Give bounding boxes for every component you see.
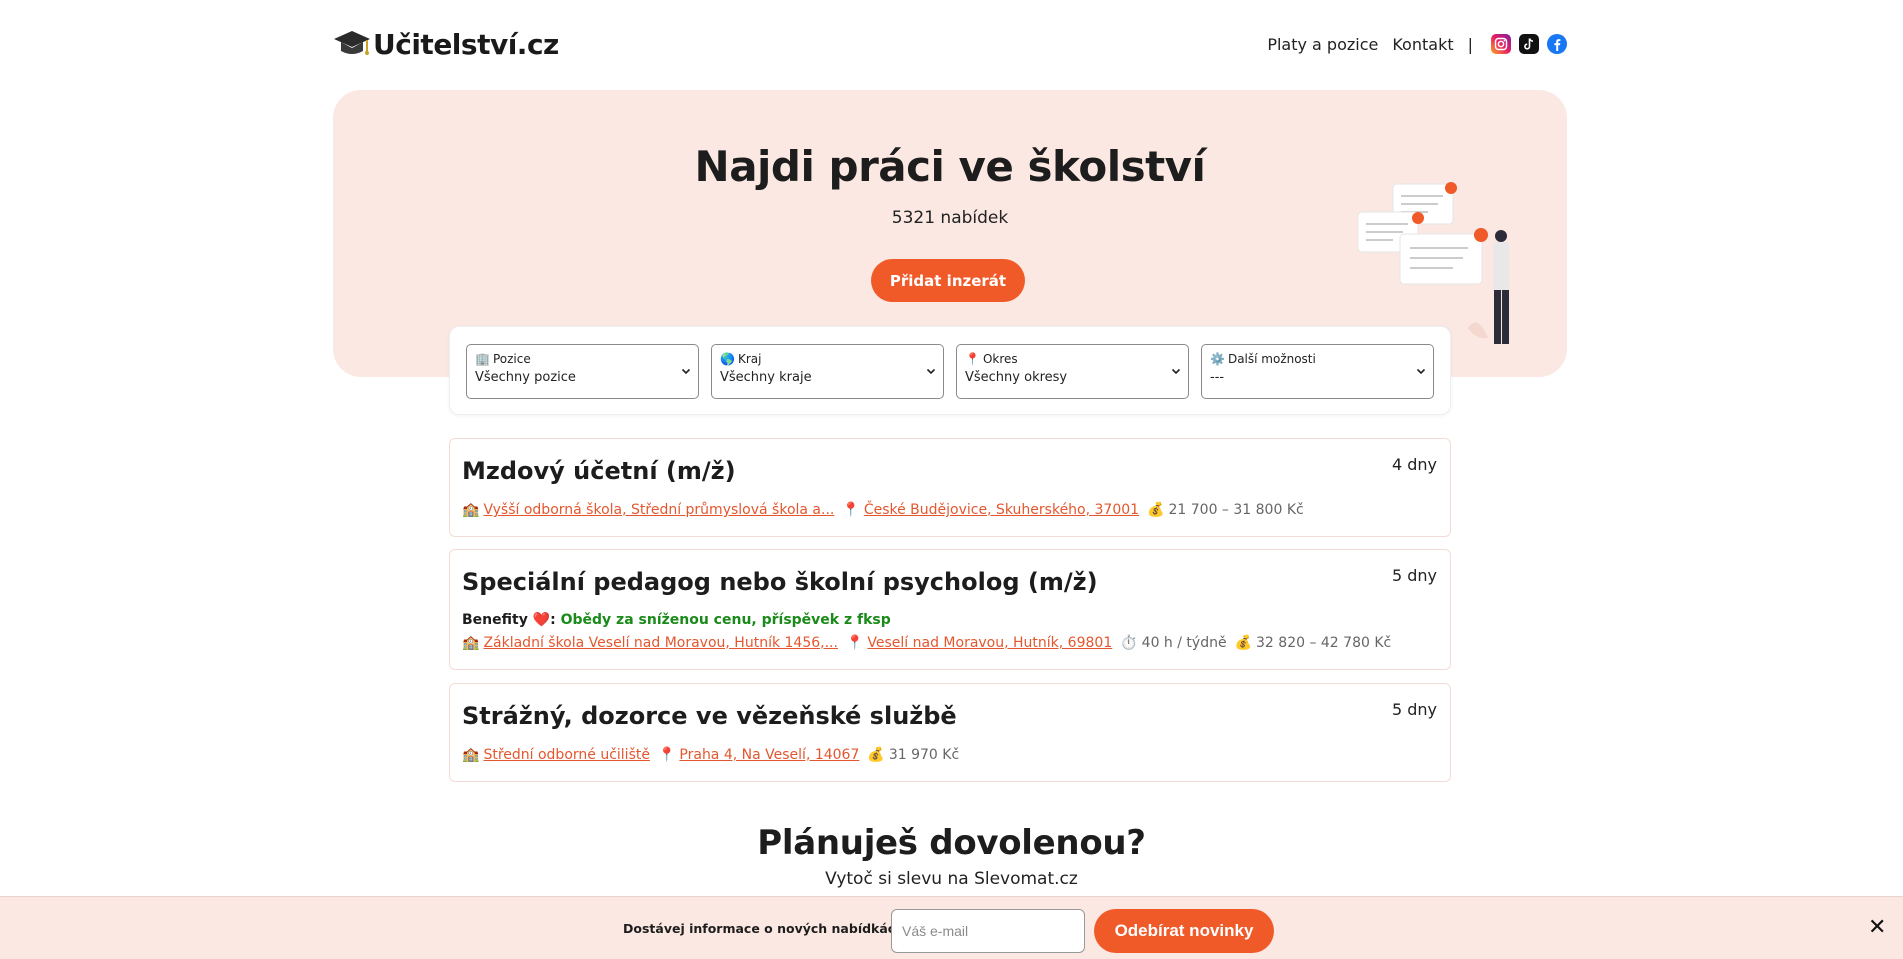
job-card[interactable]: Mzdový účetní (m/ž) 4 dny 🏫 Vyšší odborn… bbox=[449, 438, 1451, 537]
filter-value: --- bbox=[1210, 370, 1225, 385]
promo-subtitle[interactable]: Vytoč si slevu na Slevomat.cz bbox=[0, 869, 1903, 889]
globe-icon: 🌎 bbox=[720, 352, 735, 366]
chevron-down-icon bbox=[681, 368, 691, 375]
filter-value: Všechny pozice bbox=[475, 370, 576, 385]
email-input[interactable] bbox=[891, 909, 1085, 953]
newsletter-bar: Dostávej informace o nových nabídkách pr… bbox=[0, 896, 1903, 959]
chevron-down-icon bbox=[1171, 368, 1181, 375]
job-school-link[interactable]: Vyšší odborná škola, Střední průmyslová … bbox=[483, 502, 834, 518]
chevron-down-icon bbox=[1416, 368, 1426, 375]
job-title[interactable]: Strážný, dozorce ve vězeňské službě bbox=[462, 702, 957, 730]
filter-value: Všechny kraje bbox=[720, 370, 812, 385]
job-meta: 🏫 Vyšší odborná škola, Střední průmyslov… bbox=[462, 502, 1312, 518]
filter-value: Všechny okresy bbox=[965, 370, 1068, 385]
filter-more-options-select[interactable]: ⚙️ Další možnosti --- bbox=[1201, 344, 1434, 399]
instagram-icon[interactable] bbox=[1491, 34, 1511, 54]
filter-label: Pozice bbox=[492, 352, 531, 366]
pin-icon: 📍 bbox=[842, 502, 860, 518]
promo-title: Plánuješ dovolenou? bbox=[757, 823, 1146, 863]
nav-link-contact[interactable]: Kontakt bbox=[1392, 35, 1453, 54]
filter-label: Okres bbox=[982, 352, 1018, 366]
pin-icon: 📍 bbox=[845, 635, 864, 651]
job-age: 4 dny bbox=[1391, 455, 1437, 474]
job-school-link[interactable]: Střední odborné učiliště bbox=[483, 747, 650, 763]
job-location-link[interactable]: Praha 4, Na Veselí, 14067 bbox=[679, 747, 859, 763]
chevron-down-icon bbox=[926, 368, 936, 375]
school-icon: 🏫 bbox=[462, 747, 480, 763]
logo-text: Učitelství.cz bbox=[373, 27, 559, 61]
filter-label: Další možnosti bbox=[1227, 352, 1316, 366]
pin-icon: 📍 bbox=[657, 747, 676, 763]
job-location-link[interactable]: Veselí nad Moravou, Hutník, 69801 bbox=[867, 635, 1112, 651]
job-title[interactable]: Speciální pedagog nebo školní psycholog … bbox=[462, 568, 1098, 596]
job-school-link[interactable]: Základní škola Veselí nad Moravou, Hutní… bbox=[483, 635, 838, 651]
job-title[interactable]: Mzdový účetní (m/ž) bbox=[462, 457, 736, 485]
filter-region-select[interactable]: 🌎 Kraj Všechny kraje bbox=[711, 344, 944, 399]
job-meta: 🏫 Střední odborné učiliště 📍 Praha 4, Na… bbox=[462, 747, 967, 763]
pin-icon: 📍 bbox=[965, 352, 980, 366]
filter-district-select[interactable]: 📍 Okres Všechny okresy bbox=[956, 344, 1189, 399]
nav-link-salaries[interactable]: Platy a pozice bbox=[1267, 35, 1378, 54]
stopwatch-icon: ⏱️ bbox=[1120, 635, 1138, 651]
benefits-text: Obědy za sníženou cenu, příspěvek z fksp bbox=[560, 612, 891, 628]
close-icon[interactable]: ✕ bbox=[1868, 917, 1886, 939]
nav-separator: | bbox=[1467, 34, 1473, 54]
facebook-icon[interactable] bbox=[1547, 34, 1567, 54]
job-age: 5 dny bbox=[1391, 566, 1437, 585]
money-bag-icon: 💰 bbox=[1147, 502, 1165, 518]
job-hours: 40 h / týdně bbox=[1141, 635, 1227, 651]
gear-icon: ⚙️ bbox=[1210, 352, 1225, 366]
main-nav: Platy a pozice Kontakt | bbox=[1253, 34, 1567, 54]
job-age: 5 dny bbox=[1391, 700, 1437, 719]
job-salary: 21 700 – 31 800 Kč bbox=[1168, 502, 1304, 518]
job-card[interactable]: Strážný, dozorce ve vězeňské službě 5 dn… bbox=[449, 683, 1451, 782]
tiktok-icon[interactable] bbox=[1519, 34, 1539, 54]
building-icon: 🏢 bbox=[475, 352, 490, 366]
job-salary: 31 970 Kč bbox=[888, 747, 960, 763]
money-bag-icon: 💰 bbox=[1234, 635, 1253, 651]
filter-label: Kraj bbox=[737, 352, 762, 366]
add-listing-button[interactable]: Přidat inzerát bbox=[871, 259, 1025, 302]
site-header: Učitelství.cz Platy a pozice Kontakt | bbox=[333, 24, 1567, 64]
graduation-cap-icon bbox=[334, 31, 370, 55]
job-salary: 32 820 – 42 780 Kč bbox=[1256, 635, 1392, 651]
subscribe-button[interactable]: Odebírat novinky bbox=[1094, 909, 1274, 953]
job-card[interactable]: Speciální pedagog nebo školní psycholog … bbox=[449, 549, 1451, 670]
job-benefits: Benefity ❤️: Obědy za sníženou cenu, pří… bbox=[462, 612, 891, 628]
filter-panel: 🏢 Pozice Všechny pozice 🌎 Kraj Všechny kra… bbox=[449, 326, 1451, 415]
school-icon: 🏫 bbox=[462, 502, 480, 518]
site-logo[interactable]: Učitelství.cz bbox=[333, 27, 559, 61]
benefits-label: Benefity ❤️: bbox=[462, 612, 556, 628]
money-bag-icon: 💰 bbox=[867, 747, 885, 763]
job-meta: 🏫 Základní škola Veselí nad Moravou, Hut… bbox=[462, 635, 1399, 651]
job-location-link[interactable]: České Budějovice, Skuherského, 37001 bbox=[864, 502, 1139, 518]
school-icon: 🏫 bbox=[462, 635, 480, 651]
filter-position-select[interactable]: 🏢 Pozice Všechny pozice bbox=[466, 344, 699, 399]
